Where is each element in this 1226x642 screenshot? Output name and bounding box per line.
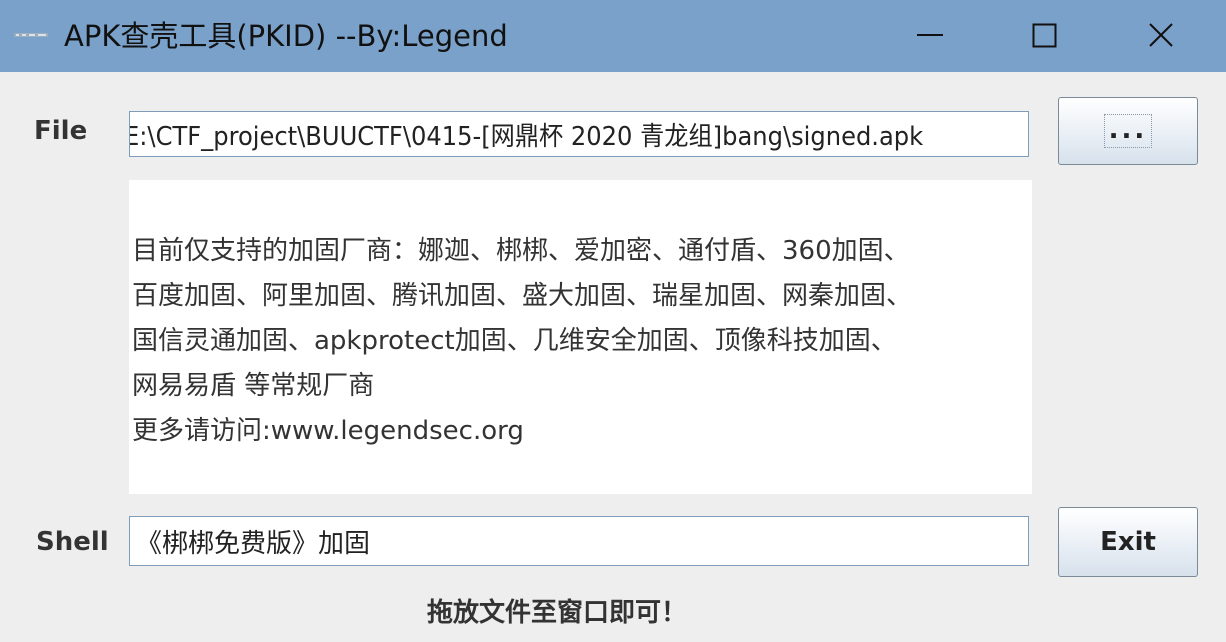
main-window: APK查壳工具(PKID) --By:Legend File E:\CTF_pr… — [0, 0, 1226, 642]
drop-hint-text: 拖放文件至窗口即可！ — [427, 598, 688, 628]
close-button[interactable] — [1104, 0, 1220, 72]
info-line: 国信灵通加固、apkprotect加固、几维安全加固、顶像科技加固、 — [132, 326, 897, 356]
title-bar[interactable]: APK查壳工具(PKID) --By:Legend — [0, 0, 1226, 72]
close-icon — [1149, 23, 1173, 47]
info-line: 目前仅支持的加固厂商：娜迦、梆梆、爱加密、通付盾、360加固、 — [132, 236, 910, 266]
shell-result-value: 《梆梆免费版》加固 — [136, 528, 371, 559]
file-path-value: E:\CTF_project\BUUCTF\0415-[网鼎杯 2020 青龙组… — [129, 121, 924, 152]
window-title: APK查壳工具(PKID) --By:Legend — [64, 19, 508, 53]
browse-button-label: ... — [1103, 114, 1153, 148]
maximize-icon — [1032, 23, 1057, 48]
file-label: File — [34, 116, 88, 146]
minimize-icon — [917, 34, 943, 36]
file-path-field[interactable]: E:\CTF_project\BUUCTF\0415-[网鼎杯 2020 青龙组… — [129, 111, 1029, 157]
info-line: 百度加固、阿里加固、腾讯加固、盛大加固、瑞星加固、网秦加固、 — [132, 281, 913, 311]
maximize-button[interactable] — [988, 0, 1104, 72]
info-line: 更多请访问:www.legendsec.org — [132, 416, 524, 446]
info-text-area[interactable]: 目前仅支持的加固厂商：娜迦、梆梆、爱加密、通付盾、360加固、 百度加固、阿里加… — [129, 180, 1032, 494]
minimize-button[interactable] — [872, 0, 988, 72]
app-icon — [14, 33, 48, 37]
shell-result-field[interactable]: 《梆梆免费版》加固 — [129, 516, 1029, 566]
browse-button[interactable]: ... — [1058, 97, 1198, 165]
info-line: 网易易盾 等常规厂商 — [132, 371, 375, 401]
exit-button[interactable]: Exit — [1058, 507, 1198, 577]
shell-label: Shell — [36, 527, 109, 557]
